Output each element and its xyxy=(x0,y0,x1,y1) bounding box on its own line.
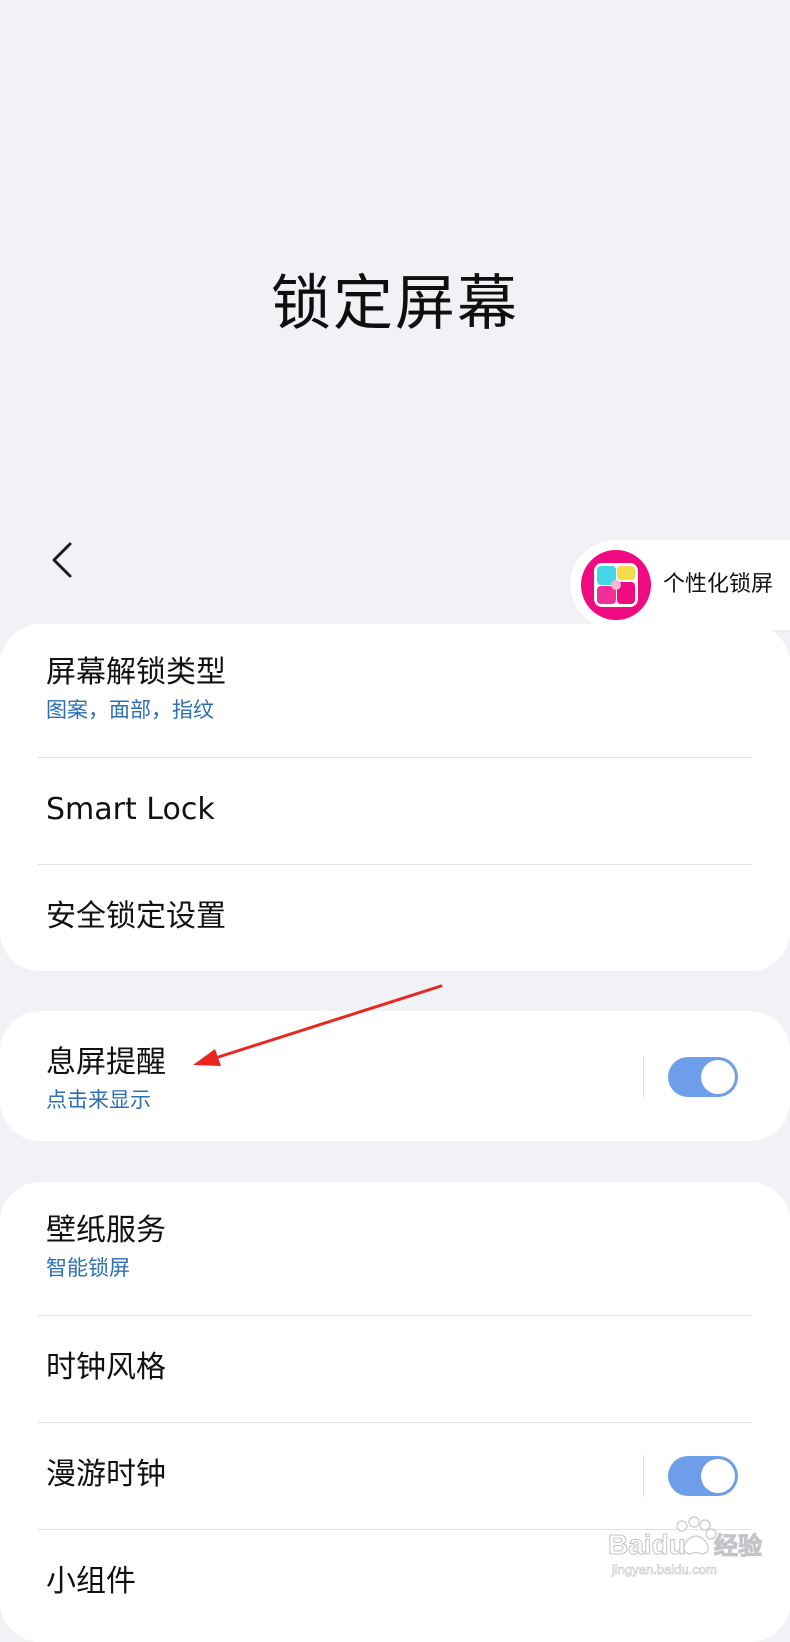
annotation-arrow-icon xyxy=(193,984,443,1066)
